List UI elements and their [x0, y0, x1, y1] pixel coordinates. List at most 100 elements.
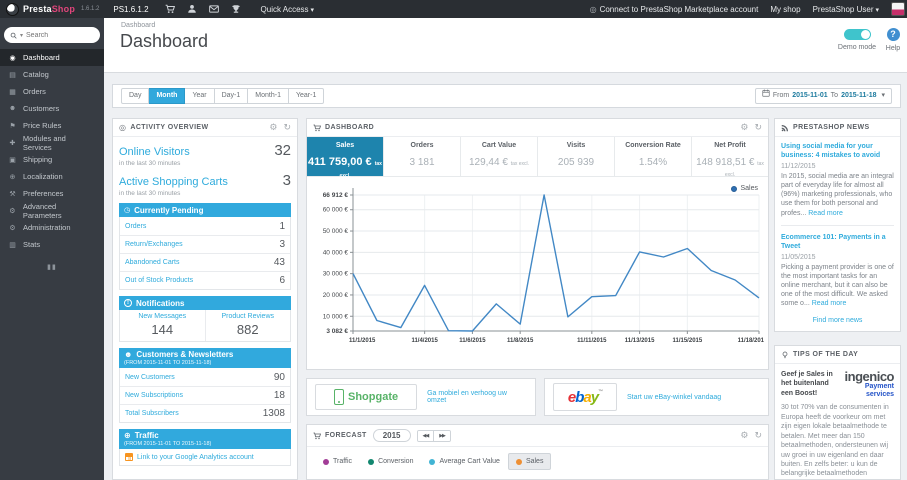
new-messages-cell[interactable]: New Messages 144	[120, 310, 205, 341]
panel-refresh-icon[interactable]: ↻	[283, 122, 291, 133]
customers-icon[interactable]	[181, 4, 203, 14]
shop-version: PS1.6.1.2	[113, 4, 149, 14]
range-day-button[interactable]: Day	[121, 88, 150, 104]
product-reviews-cell[interactable]: Product Reviews 882	[204, 310, 291, 341]
sidebar-item-price-rules[interactable]: ⚑ Price Rules	[0, 117, 104, 134]
breadcrumb[interactable]: Dashboard	[121, 22, 155, 29]
person-icon: ☻	[124, 350, 133, 359]
chart-legend[interactable]: Sales	[731, 185, 758, 192]
kpi-net-profit[interactable]: Net Profit 148 918,51 € tax excl.	[691, 137, 768, 178]
sidebar-item-preferences[interactable]: ⚒ Preferences	[0, 185, 104, 202]
demo-mode-label: Demo mode	[837, 44, 877, 51]
shopgate-logo[interactable]: Shopgate	[315, 384, 418, 410]
new-customers-row[interactable]: New Customers 90	[120, 368, 290, 386]
cart-icon[interactable]	[159, 4, 181, 14]
globe-icon: ⊕	[124, 431, 131, 440]
find-more-news-link[interactable]: Find more news	[781, 317, 894, 324]
help-icon[interactable]: ?	[886, 28, 900, 41]
conversion-dot-icon	[368, 458, 375, 465]
pending-row-abandoned-carts[interactable]: Abandoned Carts 43	[120, 253, 290, 271]
forecast-nav: ◀◀ ▶▶	[416, 429, 451, 442]
avatar[interactable]	[891, 2, 905, 16]
ebay-link[interactable]: Start uw eBay-winkel vandaag	[627, 394, 721, 401]
svg-text:20 000 €: 20 000 €	[323, 292, 349, 299]
sidebar-item-catalog[interactable]: ▤ Catalog	[0, 66, 104, 83]
total-subscribers-row[interactable]: Total Subscribers 1308	[120, 404, 290, 422]
sidebar-item-localization[interactable]: ⊕ Localization	[0, 168, 104, 185]
trophy-icon[interactable]	[225, 4, 247, 14]
news-article-title[interactable]: Ecommerce 101: Payments in a Tweet	[781, 233, 894, 251]
range-year-1-button[interactable]: Year-1	[288, 88, 325, 104]
range-month-1-button[interactable]: Month-1	[248, 88, 289, 104]
panel-settings-icon[interactable]: ⚙	[269, 122, 277, 133]
tab-traffic[interactable]: Traffic	[315, 453, 360, 470]
sidebar-item-modules[interactable]: ✚ Modules and Services	[0, 134, 104, 152]
new-subscriptions-row[interactable]: New Subscriptions 18	[120, 386, 290, 404]
kpi-orders[interactable]: Orders 3 181	[383, 137, 460, 176]
svg-text:40 000 €: 40 000 €	[323, 249, 349, 256]
quick-access-menu[interactable]: Quick Access ▾	[261, 5, 315, 14]
orders-icon: ▦	[9, 88, 16, 96]
tab-average-cart-value[interactable]: Average Cart Value	[421, 453, 507, 470]
pending-row-orders[interactable]: Orders 1	[120, 217, 290, 235]
range-year-button[interactable]: Year	[185, 88, 215, 104]
shopgate-module: Shopgate Ga mobiel en verhoog uw omzet	[306, 378, 536, 416]
pending-rows: Orders 1 Return/Exchanges 3 Abandoned Cart…	[119, 217, 291, 290]
pending-row-returns[interactable]: Return/Exchanges 3	[120, 235, 290, 253]
forecast-year[interactable]: 2015	[372, 429, 411, 442]
lightbulb-icon	[781, 351, 789, 359]
rewind-icon[interactable]: ◀◀	[417, 430, 434, 441]
kpi-conversion-rate[interactable]: Conversion Rate 1.54%	[614, 137, 691, 176]
panel-refresh-icon[interactable]: ↻	[754, 430, 762, 441]
sidebar-item-customers[interactable]: ☻ Customers	[0, 100, 104, 117]
forward-icon[interactable]: ▶▶	[433, 430, 450, 441]
collapse-sidebar-icon[interactable]: ▮▮	[0, 263, 104, 271]
sidebar-item-stats[interactable]: ▥ Stats	[0, 236, 104, 253]
sidebar-item-orders[interactable]: ▦ Orders	[0, 83, 104, 100]
range-day-1-button[interactable]: Day-1	[214, 88, 249, 104]
kpi-cart-value[interactable]: Cart Value 129,44 € tax excl.	[460, 137, 537, 176]
sidebar-item-dashboard[interactable]: ◉ Dashboard	[0, 49, 104, 66]
sidebar-item-shipping[interactable]: ▣ Shipping	[0, 151, 104, 168]
user-menu[interactable]: PrestaShop User ▾	[813, 5, 879, 14]
read-more-link[interactable]: Read more	[808, 210, 843, 217]
kpi-sales[interactable]: Sales 411 759,00 € tax excl.	[307, 137, 383, 179]
notifications-header: ! Notifications	[119, 296, 291, 310]
sidebar-menu: ◉ Dashboard ▤ Catalog ▦ Orders ☻ Customers ⚑…	[0, 49, 104, 253]
google-analytics-row[interactable]: Link to your Google Analytics account	[119, 449, 291, 466]
sidebar-item-administration[interactable]: ⚙ Administration	[0, 219, 104, 236]
administration-icon: ⚙	[9, 224, 16, 232]
pending-row-out-of-stock[interactable]: Out of Stock Products 6	[120, 271, 290, 289]
sidebar-item-advanced-parameters[interactable]: ⚙ Advanced Parameters	[0, 202, 104, 220]
shopgate-link[interactable]: Ga mobiel en verhoog uw omzet	[427, 390, 527, 404]
kpi-visits[interactable]: Visits 205 939	[537, 137, 614, 176]
online-visitors-sub: in the last 30 minutes	[119, 160, 181, 167]
online-visitors-link[interactable]: Online Visitors	[119, 146, 190, 158]
tab-conversion[interactable]: Conversion	[360, 453, 421, 470]
search-input[interactable]	[26, 31, 85, 39]
range-month-button[interactable]: Month	[149, 88, 186, 104]
panel-settings-icon[interactable]: ⚙	[740, 122, 748, 133]
svg-text:30 000 €: 30 000 €	[323, 271, 349, 278]
prestashop-logo[interactable]: PrestaShop 1.6.1.2	[0, 0, 105, 18]
my-shop-link[interactable]: My shop	[770, 5, 800, 14]
news-article-title[interactable]: Using social media for your business: 4 …	[781, 142, 894, 160]
prestashop-logo-icon	[6, 2, 19, 16]
ebay-logo[interactable]: ebay™	[553, 383, 617, 411]
marketplace-link[interactable]: ◎ Connect to PrestaShop Marketplace accou…	[590, 5, 759, 14]
active-carts-link[interactable]: Active Shopping Carts	[119, 176, 228, 188]
date-range-picker[interactable]: From 2015-11-01 To 2015-11-18 ▾	[754, 88, 892, 104]
search-box[interactable]: ▾	[4, 27, 100, 43]
tab-sales[interactable]: Sales	[507, 453, 552, 470]
customers-icon: ☻	[8, 105, 17, 112]
panel-refresh-icon[interactable]: ↻	[754, 122, 762, 133]
demo-mode-toggle[interactable]	[843, 29, 871, 40]
read-more-link[interactable]: Read more	[812, 300, 847, 307]
calendar-icon	[762, 89, 770, 103]
search-scope-caret[interactable]: ▾	[20, 32, 23, 39]
messages-icon[interactable]	[203, 4, 225, 14]
panel-settings-icon[interactable]: ⚙	[740, 430, 748, 441]
forecast-panel: FORECAST 2015 ◀◀ ▶▶ ⚙ ↻ Traffic Conversio…	[306, 424, 769, 480]
traffic-dot-icon	[323, 458, 329, 465]
date-filter-bar: Day Month Year Day-1 Month-1 Year-1 From…	[112, 84, 901, 108]
